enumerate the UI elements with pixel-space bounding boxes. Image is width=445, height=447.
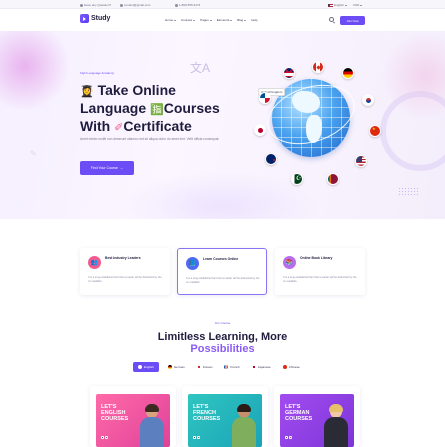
course-image: LET'S FRENCH COURSES ■ ■ — [188, 394, 262, 447]
hero-description: Amet minim mollit non deserunt ullamco e… — [80, 137, 220, 141]
germany-flag-icon — [342, 67, 354, 79]
globe-orbit-ring — [259, 74, 363, 155]
section-eyebrow: Our Course — [214, 321, 231, 325]
translate-icon: 文A — [190, 61, 211, 75]
nav-elements[interactable]: Elements — [217, 18, 233, 22]
course-card-english[interactable]: LET'S ENGLISH COURSES ■ ■ — [90, 386, 176, 447]
usa-flag-icon — [355, 155, 367, 167]
badge: ■ — [289, 436, 293, 439]
uk-flag-icon — [283, 67, 295, 79]
nav-help[interactable]: Help — [251, 18, 257, 22]
china-flag-icon — [282, 365, 287, 369]
main-nav: Home Courses Pages Elements Blog Help — [165, 18, 257, 22]
nav-courses[interactable]: Courses — [181, 18, 196, 22]
hero-section: 文A ✎ Fight Language Academy 👩‍🎓 Take Onl… — [0, 31, 445, 219]
library-icon: 📚 — [283, 256, 296, 269]
language-icon: 🈯 — [150, 104, 164, 116]
nav-home[interactable]: Home — [165, 18, 177, 22]
language-selector[interactable]: English — [328, 3, 347, 7]
instructor-photo — [324, 404, 348, 447]
call-icon — [175, 3, 178, 7]
sri-lanka-flag-icon — [327, 173, 339, 185]
course-image: LET'S ENGLISH COURSES ■ ■ — [96, 394, 170, 447]
topbar-phone[interactable]: 1-800-555-5174 — [175, 3, 200, 7]
pakistan-flag-icon — [291, 173, 303, 185]
badge: ■ — [193, 436, 197, 439]
nav-pages[interactable]: Pages — [200, 18, 212, 22]
china-flag-icon — [369, 125, 381, 137]
hero-eyebrow: Fight Language Academy — [80, 71, 115, 75]
new-zealand-flag-icon — [265, 153, 277, 165]
chevron-down-icon — [193, 19, 196, 21]
logo-play-icon — [80, 14, 89, 23]
filter-japanese[interactable]: Japanese — [249, 363, 274, 371]
filter-french[interactable]: French — [221, 363, 242, 371]
badge: ■ — [101, 436, 105, 439]
korea-flag-icon — [362, 94, 374, 106]
canada-flag-icon — [312, 61, 324, 73]
filter-chinese[interactable]: Chinese — [280, 363, 303, 371]
topbar-email[interactable]: contact@gmail.com — [120, 3, 150, 7]
us-flag-icon — [328, 3, 333, 7]
japan-flag-icon — [254, 124, 266, 136]
currency-selector[interactable]: USD — [353, 3, 363, 7]
feature-card-learn-online[interactable]: 📘 Learn Courses Online It is a long esta… — [177, 248, 267, 295]
japan-flag-icon — [251, 365, 256, 369]
filter-korean[interactable]: Korean — [194, 363, 216, 371]
instructor-photo — [232, 404, 256, 447]
phone-icon — [80, 3, 83, 7]
logo[interactable]: Study — [80, 14, 110, 23]
panama-flag-icon — [259, 92, 271, 104]
join-now-button[interactable]: Join Now — [340, 16, 365, 25]
find-course-button[interactable]: Find Your Course → — [80, 161, 134, 175]
certificate-icon: ✐ — [114, 122, 124, 134]
book-icon: 📘 — [186, 257, 199, 270]
badge: ■ — [105, 436, 109, 439]
decor-dots — [398, 187, 420, 197]
instructor-photo — [140, 404, 164, 447]
topbar-question: Have any Question? — [80, 3, 111, 7]
chevron-down-icon — [230, 19, 233, 21]
users-icon: 👥 — [88, 256, 101, 269]
chevron-down-icon — [209, 19, 212, 21]
hero-title: 👩‍🎓 Take Online Language 🈯Courses With ✐… — [80, 82, 220, 134]
student-emoji-icon: 👩‍🎓 — [80, 86, 94, 98]
decor-swirl — [380, 91, 445, 171]
germany-flag-icon — [167, 365, 172, 369]
feature-card-industry-leaders[interactable]: 👥 Best Industry Leaders It is a long est… — [80, 248, 170, 295]
chevron-down-icon — [344, 4, 347, 6]
course-image: LET'S GERMAN COURSES ■ ■ — [280, 394, 354, 447]
main-header: Study Home Courses Pages Elements Blog H… — [0, 9, 445, 31]
korea-flag-icon — [196, 365, 201, 369]
badge: ■ — [285, 436, 289, 439]
chevron-down-icon — [174, 19, 177, 21]
logo-text: Study — [91, 15, 111, 22]
filter-german[interactable]: German — [165, 363, 188, 371]
badge: ■ — [197, 436, 201, 439]
doodle-icon: ✎ — [30, 149, 37, 158]
section-title-highlight: Possibilities — [190, 343, 255, 355]
filter-english[interactable]: English — [133, 362, 159, 372]
language-filters: English German Korean French Japanese Ch… — [133, 362, 303, 372]
english-flag-icon — [138, 365, 142, 369]
arrow-right-icon: → — [119, 166, 124, 170]
course-card-french[interactable]: LET'S FRENCH COURSES ■ ■ — [182, 386, 268, 447]
top-bar: Have any Question? contact@gmail.com 1-8… — [0, 0, 445, 9]
search-icon[interactable] — [329, 17, 334, 22]
decor-blob — [120, 171, 320, 219]
chevron-down-icon — [360, 4, 363, 6]
course-card-german[interactable]: LET'S GERMAN COURSES ■ ■ — [274, 386, 360, 447]
section-title: Limitless Learning, More — [157, 331, 288, 343]
chevron-down-icon — [244, 19, 247, 21]
france-flag-icon — [224, 365, 229, 369]
feature-card-book-library[interactable]: 📚 Online Book Library It is a long estab… — [275, 248, 365, 295]
mail-icon — [120, 3, 123, 7]
decor-blob — [0, 31, 70, 111]
nav-blog[interactable]: Blog — [237, 18, 247, 22]
